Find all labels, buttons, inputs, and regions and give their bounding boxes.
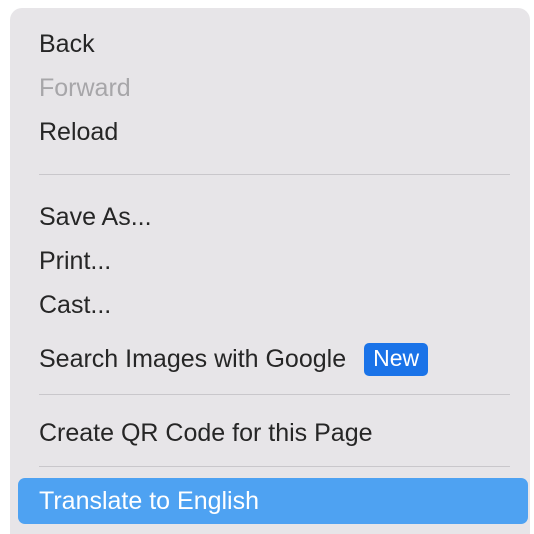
menu-separator: [39, 174, 510, 175]
menu-item-label: Cast...: [39, 290, 112, 319]
menu-item-label: Search Images with Google: [39, 344, 347, 373]
context-menu: Back Forward Reload Save As... Print... …: [10, 8, 530, 534]
menu-item-label: Forward: [39, 73, 131, 102]
menu-item-search-images-with-google[interactable]: Search Images with Google New: [10, 337, 530, 381]
menu-item-reload[interactable]: Reload: [10, 110, 530, 154]
menu-item-back[interactable]: Back: [10, 22, 530, 66]
menu-item-label: Save As...: [39, 202, 152, 231]
menu-item-create-qr-code[interactable]: Create QR Code for this Page: [10, 411, 530, 455]
menu-item-label: Translate to English: [39, 486, 260, 515]
menu-separator: [39, 394, 510, 395]
menu-item-translate-to-english[interactable]: Translate to English: [18, 478, 528, 524]
menu-item-save-as[interactable]: Save As...: [10, 195, 530, 239]
menu-item-label: Print...: [39, 246, 112, 275]
new-badge: New: [364, 342, 429, 376]
menu-separator: [39, 466, 510, 467]
menu-item-label: Create QR Code for this Page: [39, 418, 373, 447]
menu-item-print[interactable]: Print...: [10, 239, 530, 283]
menu-item-forward: Forward: [10, 66, 530, 110]
menu-item-label: Back: [39, 29, 95, 58]
menu-item-label: Reload: [39, 117, 119, 146]
menu-item-cast[interactable]: Cast...: [10, 283, 530, 327]
